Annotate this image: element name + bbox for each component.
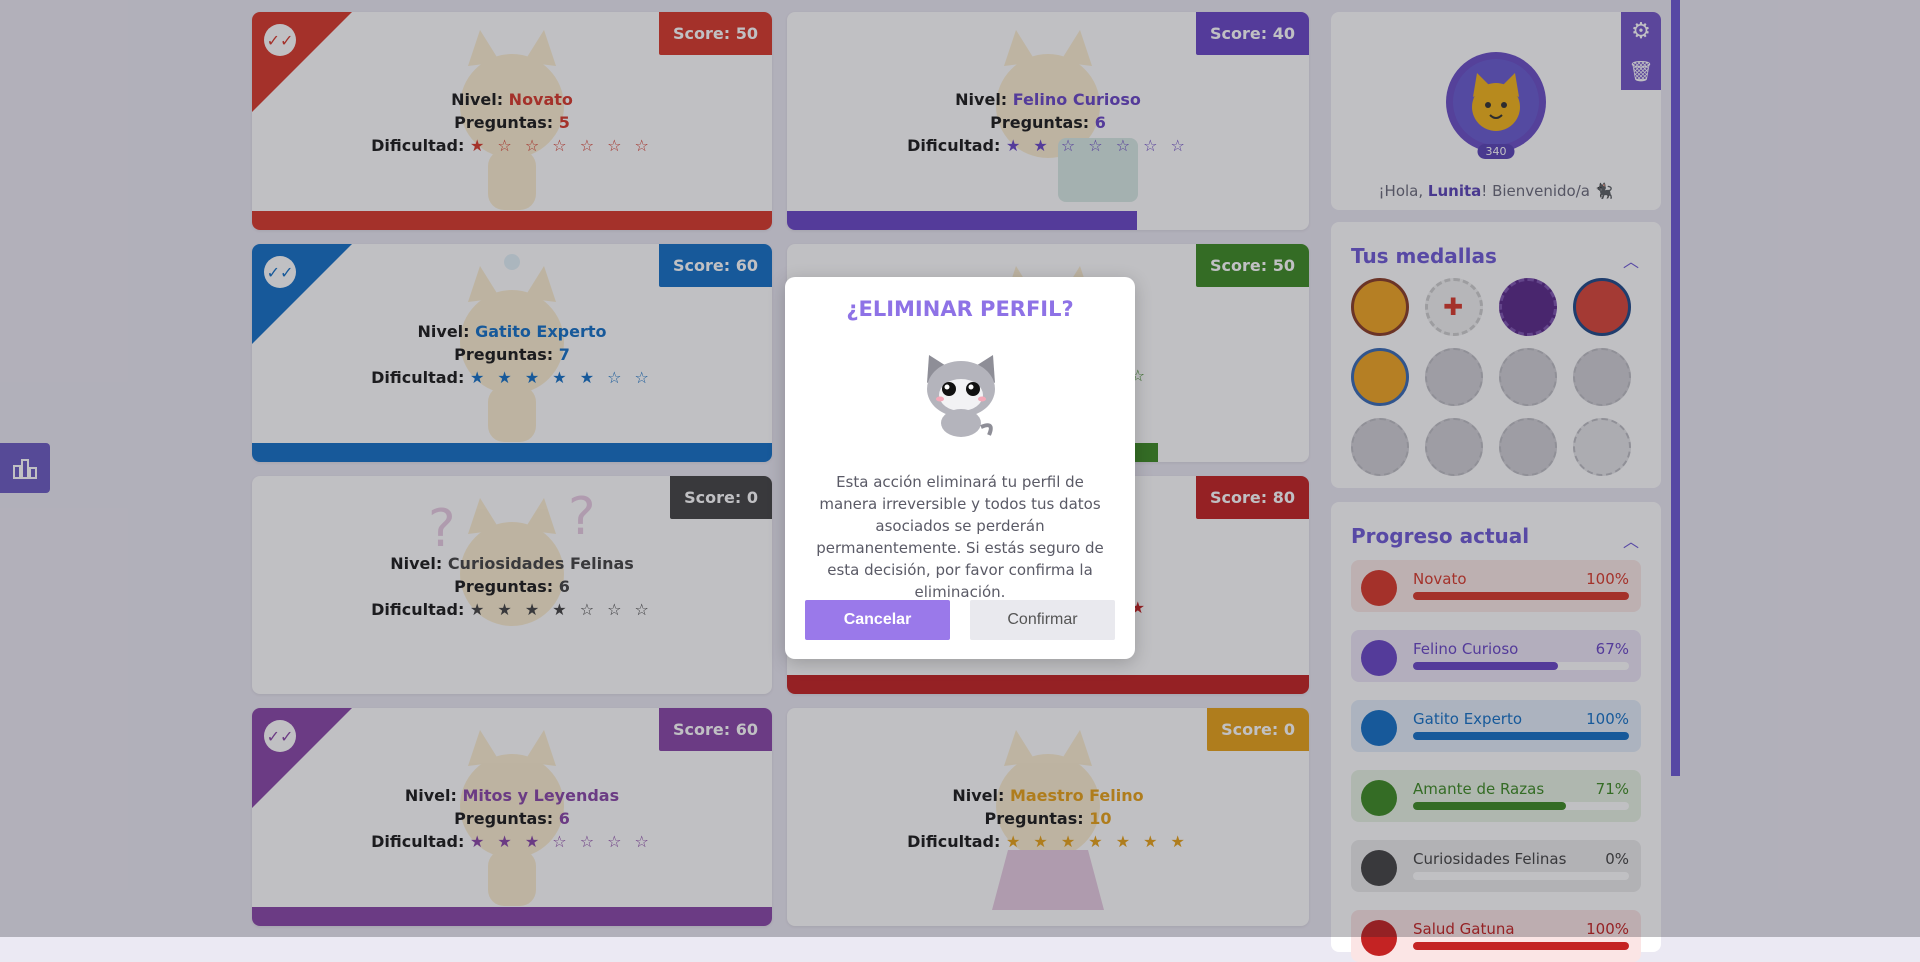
confirm-button[interactable]: Confirmar <box>970 600 1115 640</box>
progress-fill <box>1413 942 1629 950</box>
progress-track <box>1413 942 1629 950</box>
cancel-button[interactable]: Cancelar <box>805 600 950 640</box>
modal-title: ¿ELIMINAR PERFIL? <box>846 297 1074 321</box>
page: ✓✓ Score: 50 Nivel: Novato Preguntas: 5 … <box>0 0 1920 962</box>
modal-message: Esta acción eliminará tu perfil de maner… <box>816 473 1104 601</box>
delete-profile-modal: ¿ELIMINAR PERFIL? Esta acción eliminará … <box>785 277 1135 659</box>
sad-cat-icon <box>927 355 995 437</box>
